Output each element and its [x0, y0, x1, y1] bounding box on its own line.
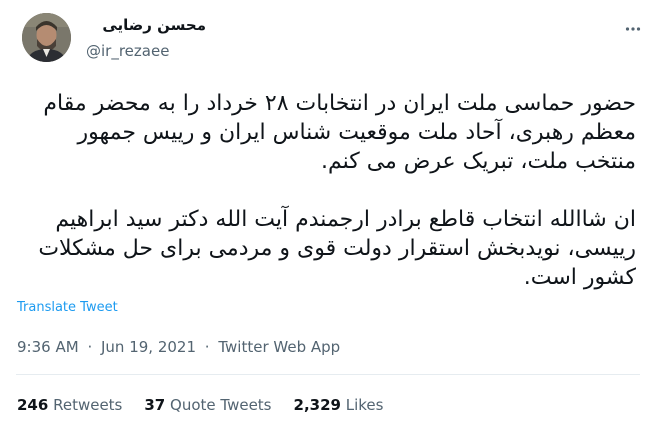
likes-label: Likes: [345, 396, 384, 414]
retweets-stat[interactable]: 246 Retweets: [17, 396, 122, 414]
author-handle[interactable]: @ir_rezaee: [86, 42, 169, 60]
quote-tweets-label: Quote Tweets: [170, 396, 272, 414]
tweet-paragraph: ان شاالله انتخاب قاطع برادر ارجمندم آیت …: [38, 207, 636, 290]
tweet-card: محسن رضایی @ir_rezaee حضور حماسی ملت ایر…: [0, 0, 656, 428]
engagement-stats: 246 Retweets 37 Quote Tweets 2,329 Likes: [17, 396, 383, 414]
author-display-name[interactable]: محسن رضایی: [86, 16, 206, 34]
divider: [16, 374, 640, 375]
meta-separator: ·: [204, 338, 210, 356]
translate-tweet-link[interactable]: Translate Tweet: [17, 300, 118, 315]
retweets-label: Retweets: [53, 396, 123, 414]
more-options-icon[interactable]: [622, 18, 644, 40]
tweet-time[interactable]: 9:36 AM: [17, 338, 79, 356]
tweet-source[interactable]: Twitter Web App: [218, 338, 340, 356]
quote-tweets-count: 37: [144, 396, 166, 414]
tweet-date[interactable]: Jun 19, 2021: [101, 338, 196, 356]
tweet-metadata: 9:36 AM · Jun 19, 2021 · Twitter Web App: [17, 338, 340, 356]
quote-tweets-stat[interactable]: 37 Quote Tweets: [144, 396, 271, 414]
likes-count: 2,329: [293, 396, 341, 414]
likes-stat[interactable]: 2,329 Likes: [294, 396, 384, 414]
tweet-text: حضور حماسی ملت ایران در انتخابات ۲۸ خردا…: [16, 89, 636, 292]
retweets-count: 246: [17, 396, 49, 414]
avatar[interactable]: [22, 13, 71, 62]
tweet-paragraph: حضور حماسی ملت ایران در انتخابات ۲۸ خردا…: [43, 91, 636, 174]
meta-separator: ·: [87, 338, 93, 356]
